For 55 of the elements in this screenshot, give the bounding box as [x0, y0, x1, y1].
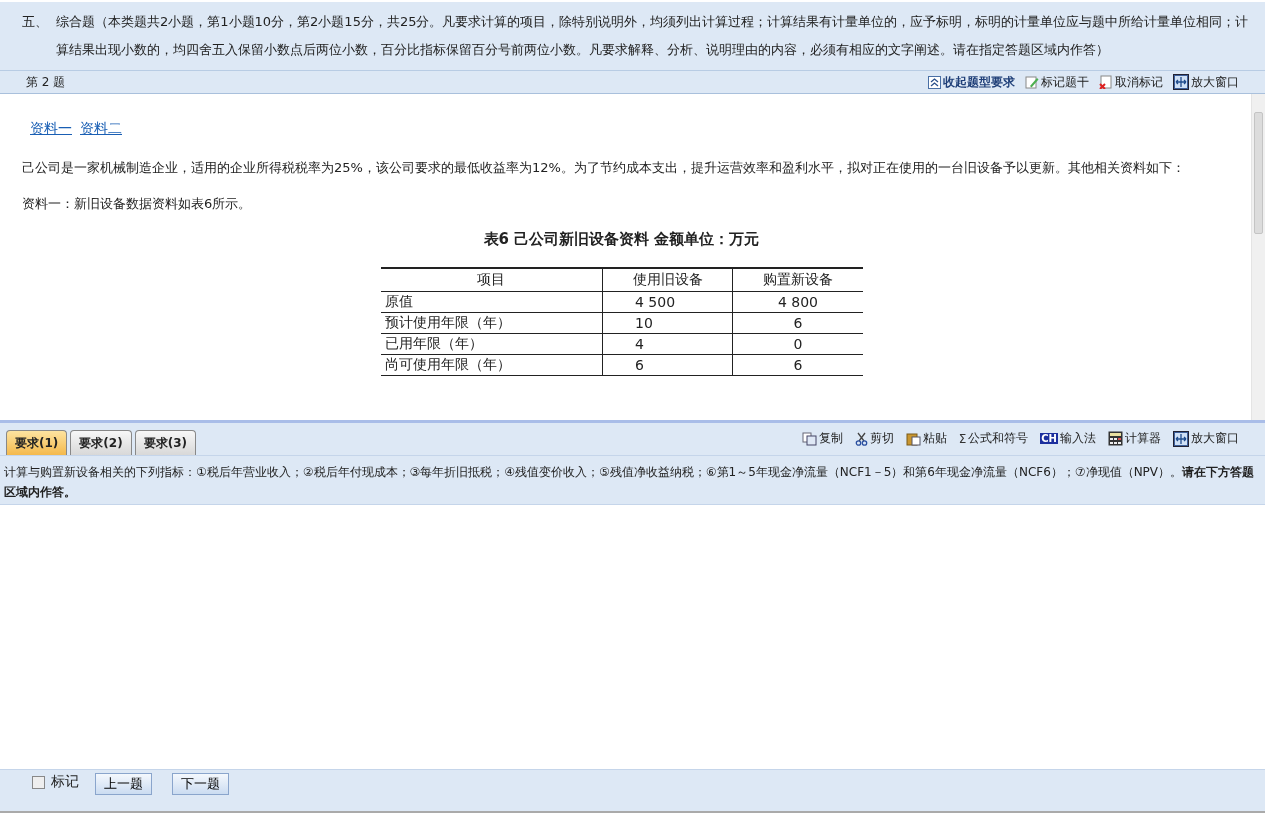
- material-link[interactable]: 资料一: [30, 120, 72, 138]
- checkbox[interactable]: [32, 775, 45, 789]
- nav-button[interactable]: 上一题: [95, 773, 152, 795]
- table-cell: 预计使用年限（年）: [380, 312, 603, 334]
- column-header: 项目: [380, 268, 603, 292]
- unmark-tool[interactable]: 取消标记: [1099, 73, 1163, 91]
- nav-button[interactable]: 下一题: [172, 773, 229, 795]
- collapse-icon: [928, 75, 941, 89]
- copy-tool[interactable]: 复制: [801, 430, 843, 447]
- maximize-tool[interactable]: 放大窗口: [1173, 73, 1239, 91]
- material-link[interactable]: 资料二: [80, 120, 122, 138]
- table-cell: 0: [732, 333, 863, 355]
- scissors-icon: [854, 431, 868, 446]
- scrollbar-thumb[interactable]: [1254, 112, 1263, 234]
- requirement-text: 计算与购置新设备相关的下列指标：①税后年营业收入；②税后年付现成本；③每年折旧抵税；④残值变价收入；⑤残值净收益纳税；⑥第1～5年现金净流量（NCF1－5）和第6年现金净流量（NCF6）；⑦净现值（NPV）。请在下方答题区域内作答。: [0, 456, 1265, 504]
- table-cell: 4 500: [602, 291, 733, 313]
- cut-tool[interactable]: 剪切: [854, 430, 894, 447]
- window-arrows-icon: [1173, 430, 1189, 447]
- maximize-tool[interactable]: 放大窗口: [1173, 430, 1239, 447]
- mark-tool[interactable]: 标记题干: [1025, 73, 1089, 91]
- page-cross-icon: [1099, 75, 1113, 89]
- copy-icon: [801, 431, 817, 446]
- instructions-text: 综合题（本类题共2小题，第1小题10分，第2小题15分，共25分。凡要求计算的项目，除特别说明外，均须列出计算过程；计算结果有计量单位的，应予标明，标明的计量单位应与题中所给计量单位相同；计算结果出现小数的，均四舍五入保留小数点后两位小数，百分比指标保留百分号前两位小数。凡要求解释、分析、说明理由的内容，必须有相应的文字阐述。请在指定答题区域内作答）: [56, 13, 1250, 59]
- paragraph: 资料一：新旧设备数据资料如表6所示。: [22, 195, 253, 213]
- column-header: 购置新设备: [732, 268, 863, 292]
- table-cell: 4 800: [732, 291, 863, 313]
- requirement-tab[interactable]: 要求(3): [134, 430, 196, 455]
- table-cell: 4: [602, 333, 733, 355]
- requirement-tab[interactable]: 要求(2): [70, 430, 132, 455]
- calculator-tool[interactable]: 计算器: [1108, 430, 1161, 447]
- table-cell: 6: [602, 354, 733, 376]
- formula-tool[interactable]: Σ 公式和符号: [958, 430, 1029, 447]
- column-header: 使用旧设备: [602, 268, 733, 292]
- table-cell: 原值: [380, 291, 603, 313]
- checkbox-label: 标记: [51, 773, 79, 791]
- pencil-note-icon: [1025, 75, 1039, 89]
- window-arrows-icon: [1173, 74, 1189, 90]
- section-number: 五、: [22, 13, 49, 31]
- requirement-tab[interactable]: 要求(1): [6, 430, 68, 455]
- ime-tool[interactable]: CH 输入法: [1040, 430, 1096, 447]
- clipboard-icon: [905, 431, 921, 446]
- table-cell: 6: [732, 354, 863, 376]
- sigma-icon: Σ: [958, 431, 967, 446]
- table-cell: 6: [732, 312, 863, 334]
- collapse-tool[interactable]: 收起题型要求: [928, 73, 1015, 91]
- table-cell: 10: [602, 312, 733, 334]
- ime-badge: CH: [1040, 433, 1058, 444]
- scrollbar[interactable]: [1251, 94, 1265, 420]
- table-title: 表6 己公司新旧设备资料 金额单位：万元: [482, 230, 761, 249]
- question-number: 第 2 题: [26, 73, 66, 91]
- paste-tool[interactable]: 粘贴: [905, 430, 947, 447]
- paragraph: 己公司是一家机械制造企业，适用的企业所得税税率为25%，该公司要求的最低收益率为12%。为了节约成本支出，提升运营效率和盈利水平，拟对正在使用的一台旧设备予以更新。其他相关资料如下：: [22, 159, 1186, 177]
- table-cell: 已用年限（年）: [380, 333, 603, 355]
- table-cell: 尚可使用年限（年）: [380, 354, 603, 376]
- calculator-icon: [1108, 431, 1123, 446]
